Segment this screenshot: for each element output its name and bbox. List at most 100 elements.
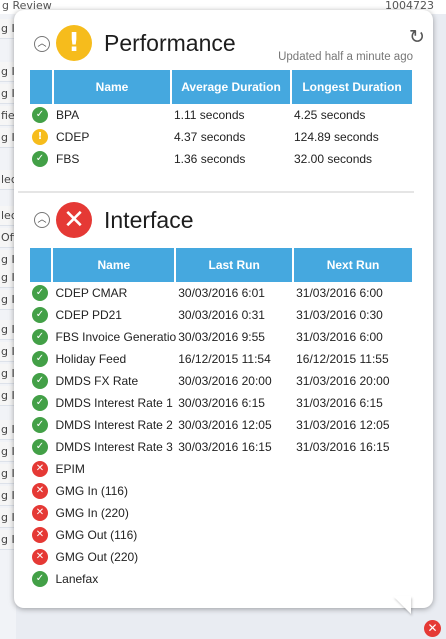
cell-last: 16/12/2015 11:54	[178, 352, 271, 366]
chevron-up-icon[interactable]: ︿	[34, 36, 50, 52]
check-icon: ✓	[32, 571, 48, 587]
x-icon: ✕	[32, 549, 48, 565]
status-cell: ✓	[30, 392, 53, 414]
background-row: g I	[0, 442, 14, 462]
table-row[interactable]: ✓ DMDS Interest Rate 1 30/03/2016 6:15 31/0…	[30, 392, 412, 414]
table-row[interactable]: ✕ GMG Out (116)	[30, 524, 412, 546]
cell-next: 16/12/2015 11:55	[296, 352, 389, 366]
table-row[interactable]: ✓ Holiday Feed 16/12/2015 11:54 16/12/2015 …	[30, 348, 412, 370]
background-row: g I	[0, 268, 14, 288]
table-row[interactable]: ✓ DMDS FX Rate 30/03/2016 20:00 31/03/2016 …	[30, 370, 412, 392]
cell-next	[294, 502, 412, 524]
cell-next	[294, 524, 412, 546]
chevron-up-icon[interactable]: ︿	[34, 212, 50, 228]
cell-last: 30/03/2016 6:15	[178, 396, 265, 410]
status-cell: ✓	[30, 326, 53, 348]
cell-next: 31/03/2016 0:30	[296, 308, 383, 322]
cell-name: Holiday Feed	[55, 352, 127, 366]
table-row[interactable]: ✓ BPA 1.11 seconds 4.25 seconds	[30, 104, 412, 126]
check-icon: ✓	[32, 417, 48, 433]
cell-name: DMDS FX Rate	[55, 374, 139, 388]
refresh-icon[interactable]: ↻	[406, 26, 428, 48]
x-icon[interactable]: ✕	[424, 620, 441, 637]
cell-last: 30/03/2016 20:00	[178, 374, 272, 388]
check-icon: ✓	[32, 351, 48, 367]
check-icon: ✓	[32, 373, 48, 389]
cell-name: Lanefax	[55, 572, 99, 586]
cell-name: DMDS Interest Rate 2	[55, 418, 173, 432]
background-row: g I	[0, 250, 14, 270]
column-header-average-duration[interactable]: Average Duration	[172, 70, 292, 104]
interface-header: ︿ ✕ Interface	[34, 200, 424, 240]
exclamation-icon: !	[56, 25, 92, 61]
check-icon: ✓	[32, 329, 48, 345]
table-row[interactable]: ✕ EPIM	[30, 458, 412, 480]
cell-next: 31/03/2016 6:00	[296, 286, 383, 300]
performance-table: Name Average Duration Longest Duration ✓…	[30, 70, 412, 170]
cell-avg: 1.36 seconds	[174, 152, 246, 166]
table-row[interactable]: ✓ DMDS Interest Rate 2 30/03/2016 12:05 31/…	[30, 414, 412, 436]
cell-last: 30/03/2016 9:55	[178, 330, 265, 344]
table-row[interactable]: ✓ CDEP CMAR 30/03/2016 6:01 31/03/2016 6:00	[30, 282, 412, 304]
check-icon: ✓	[32, 107, 48, 123]
cell-avg: 4.37 seconds	[174, 130, 246, 144]
x-icon: ✕	[56, 202, 92, 238]
exclamation-icon: !	[32, 129, 48, 145]
table-row[interactable]: ✓ FBS 1.36 seconds 32.00 seconds	[30, 148, 412, 170]
background-row: g I	[0, 290, 14, 310]
background-row: g I	[0, 464, 14, 484]
cell-next: 31/03/2016 16:15	[296, 440, 390, 454]
table-row[interactable]: ! CDEP 4.37 seconds 124.89 seconds	[30, 126, 412, 148]
cell-name: CDEP CMAR	[55, 286, 128, 300]
cell-name: CDEP PD21	[55, 308, 122, 322]
status-cell: ✓	[30, 568, 53, 590]
x-icon: ✕	[32, 483, 48, 499]
background-row: g I	[0, 386, 14, 406]
status-column-header	[30, 70, 54, 104]
table-row[interactable]: ✓ FBS Invoice Generatio 30/03/2016 9:55 31/…	[30, 326, 412, 348]
cell-name: FBS	[56, 152, 80, 166]
status-cell: ✓	[30, 304, 53, 326]
cell-last	[176, 480, 294, 502]
table-row[interactable]: ✕ GMG In (116)	[30, 480, 412, 502]
cell-name: BPA	[56, 108, 80, 122]
table-row[interactable]: ✓ Lanefax	[30, 568, 412, 590]
column-header-next-run[interactable]: Next Run	[294, 248, 412, 282]
cell-last: 30/03/2016 12:05	[178, 418, 272, 432]
table-row[interactable]: ✓ DMDS Interest Rate 3 30/03/2016 16:15 31/…	[30, 436, 412, 458]
cell-avg: 1.11 seconds	[174, 108, 245, 122]
cell-next: 31/03/2016 6:00	[296, 330, 383, 344]
status-cell: ✕	[30, 502, 53, 524]
status-cell: !	[30, 126, 54, 148]
performance-title: Performance	[104, 30, 236, 56]
cell-name: GMG Out (116)	[55, 528, 138, 542]
x-icon: ✕	[32, 505, 48, 521]
background-row: Off	[0, 228, 14, 248]
column-header-name[interactable]: Name	[54, 70, 172, 104]
status-cell: ✕	[30, 546, 53, 568]
status-cell: ✓	[30, 104, 54, 126]
status-cell: ✓	[30, 436, 53, 458]
cell-next	[294, 546, 412, 568]
cell-name: CDEP	[56, 130, 90, 144]
table-row[interactable]: ✕ GMG Out (220)	[30, 546, 412, 568]
cell-last	[176, 502, 294, 524]
background-row: g I	[0, 530, 14, 550]
status-popup: ︿ ! Performance ↻ Updated half a minute …	[14, 10, 433, 608]
cell-last: 30/03/2016 6:01	[178, 286, 265, 300]
column-header-longest-duration[interactable]: Longest Duration	[292, 70, 412, 104]
check-icon: ✓	[32, 285, 48, 301]
check-icon: ✓	[32, 395, 48, 411]
table-row[interactable]: ✕ GMG In (220)	[30, 502, 412, 524]
cell-name: GMG In (116)	[55, 484, 128, 498]
background-row: g I	[0, 84, 14, 104]
table-row[interactable]: ✓ CDEP PD21 30/03/2016 0:31 31/03/2016 0:30	[30, 304, 412, 326]
check-icon: ✓	[32, 439, 48, 455]
status-cell: ✓	[30, 414, 53, 436]
column-header-name[interactable]: Name	[53, 248, 177, 282]
x-icon: ✕	[32, 461, 48, 477]
cell-next: 31/03/2016 20:00	[296, 374, 390, 388]
cell-longest: 4.25 seconds	[294, 108, 366, 122]
column-header-last-run[interactable]: Last Run	[176, 248, 295, 282]
cell-last	[176, 524, 294, 546]
